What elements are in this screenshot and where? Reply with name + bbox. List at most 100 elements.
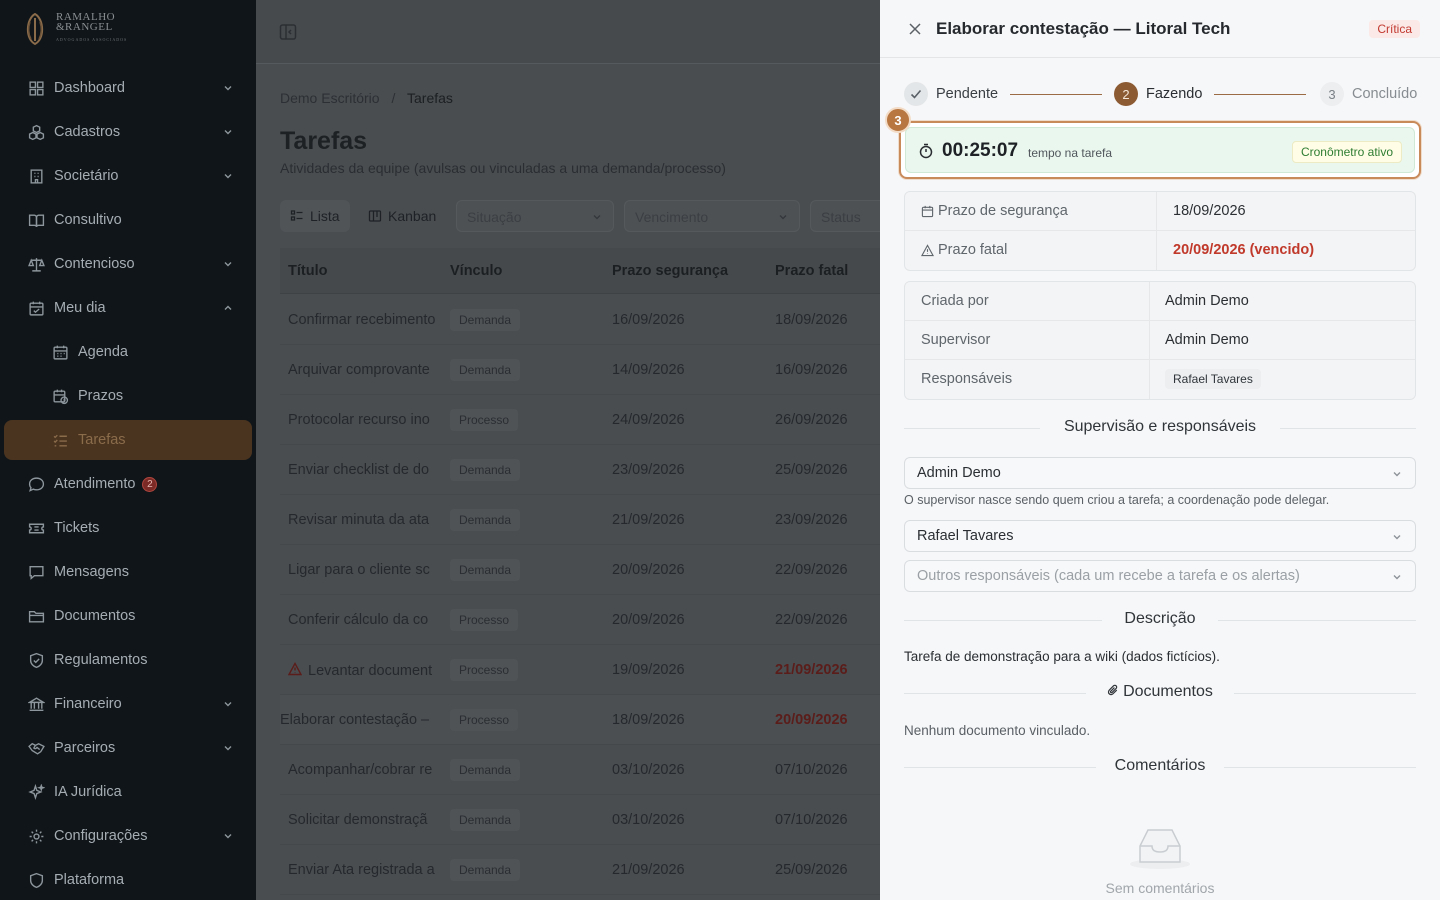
breadcrumb-root[interactable]: Demo Escritório xyxy=(280,90,380,106)
task-detail-drawer: Elaborar contestação — Litoral Tech Crít… xyxy=(880,0,1440,900)
step-concluido[interactable]: 3 Concluído xyxy=(1320,82,1417,106)
sidebar-item-label: Plataforma xyxy=(54,872,125,888)
bank-icon xyxy=(28,696,45,711)
cell-divider xyxy=(1156,231,1157,270)
task-timer[interactable]: 00:25:07 tempo na tarefa Cronômetro ativ… xyxy=(905,127,1415,173)
sidebar-item-tickets[interactable]: Tickets xyxy=(0,506,256,550)
chevron-down-icon xyxy=(224,262,232,267)
sidebar-item-atendimento[interactable]: Atendimento 2 xyxy=(0,462,256,506)
sidebar-item-regulamentos[interactable]: Regulamentos xyxy=(0,638,256,682)
sidebar-item-documentos[interactable]: Documentos xyxy=(0,594,256,638)
sidebar-item-contencioso[interactable]: Contencioso xyxy=(0,242,256,286)
sidebar-item-parceiros[interactable]: Parceiros xyxy=(0,726,256,770)
table-row[interactable]: Revisar minuta da ata Demanda 21/09/2026… xyxy=(280,495,880,545)
sidebar-item-plataforma[interactable]: Plataforma xyxy=(0,858,256,900)
table-row[interactable]: Levantar document Processo 19/09/2026 21… xyxy=(280,645,880,695)
created-by-value: Admin Demo xyxy=(1165,293,1249,309)
table-row[interactable]: Solicitar demonstraçã Demanda 03/10/2026… xyxy=(280,795,880,845)
row-fatal-deadline: 22/09/2026 xyxy=(775,612,848,628)
table-row[interactable]: Acompanhar/cobrar re Demanda 03/10/2026 … xyxy=(280,745,880,795)
responsible-chip: Rafael Tavares xyxy=(1165,369,1261,389)
row-link-badge: Demanda xyxy=(450,509,521,531)
shield-icon xyxy=(29,652,44,668)
view-kanban-button[interactable]: Kanban xyxy=(362,200,442,232)
cell-divider xyxy=(1149,282,1150,320)
sidebar-item-consultivo[interactable]: Consultivo xyxy=(0,198,256,242)
row-fatal-deadline: 26/09/2026 xyxy=(775,412,848,428)
table-row[interactable]: Confirmar recebimento Demanda 16/09/2026… xyxy=(280,295,880,345)
supervisor-select[interactable]: Admin Demo xyxy=(904,457,1416,489)
chevron-down-icon xyxy=(224,746,232,751)
supervisor-select-value: Admin Demo xyxy=(917,465,1001,481)
status-stepper: Pendente 2 Fazendo 3 Concluído xyxy=(904,80,1417,108)
section-comments-title: Comentários xyxy=(1114,757,1206,774)
row-title: Arquivar comprovante xyxy=(288,362,430,378)
cell-divider xyxy=(1149,321,1150,359)
fatal-deadline-label: Prazo fatal xyxy=(921,242,1007,258)
filter-status[interactable]: Status xyxy=(810,200,880,232)
sidebar-nav: Dashboard Cadastros Societário Consultiv… xyxy=(0,66,256,900)
responsible-select[interactable]: Rafael Tavares xyxy=(904,520,1416,552)
brand-logo[interactable]: RAMALHO &RANGEL ADVOGADOS ASSOCIADOS xyxy=(22,12,127,45)
filter-vencimento[interactable]: Vencimento xyxy=(624,200,800,232)
row-fatal-deadline: 25/09/2026 xyxy=(775,462,848,478)
chevron-down-icon xyxy=(224,174,232,179)
book-icon xyxy=(28,213,45,227)
responsibles-row: Responsáveis Rafael Tavares xyxy=(905,360,1415,399)
sidebar-item-dashboard[interactable]: Dashboard xyxy=(0,66,256,110)
message-icon xyxy=(29,565,44,580)
close-icon[interactable] xyxy=(907,21,923,37)
sidebar-item-ia-juridica[interactable]: IA Jurídica xyxy=(0,770,256,814)
table-row[interactable]: Conferir cálculo da co Processo 20/09/20… xyxy=(280,595,880,645)
brand-line-2: &RANGEL xyxy=(56,21,113,33)
step-pendente[interactable]: Pendente xyxy=(904,82,998,106)
paperclip-icon xyxy=(1107,684,1118,696)
column-title[interactable]: Título xyxy=(288,263,327,279)
row-title: Acompanhar/cobrar re xyxy=(288,762,433,778)
filter-vencimento-placeholder: Vencimento xyxy=(635,209,709,225)
sidebar-item-configuracoes[interactable]: Configurações xyxy=(0,814,256,858)
table-row[interactable]: Enviar checklist de do Demanda 23/09/202… xyxy=(280,445,880,495)
table-row[interactable]: Enviar Ata registrada a Demanda 21/09/20… xyxy=(280,845,880,895)
sidebar-item-tarefas[interactable]: Tarefas xyxy=(4,420,252,460)
list-icon xyxy=(290,210,303,221)
sidebar-item-mensagens[interactable]: Mensagens xyxy=(0,550,256,594)
column-link[interactable]: Vínculo xyxy=(450,263,502,279)
sidebar-item-societario[interactable]: Societário xyxy=(0,154,256,198)
step-fazendo[interactable]: 2 Fazendo xyxy=(1114,82,1202,106)
filter-status-placeholder: Status xyxy=(821,209,861,225)
row-link-badge: Demanda xyxy=(450,859,521,881)
row-title-text: Levantar document xyxy=(308,663,433,679)
table-row[interactable]: Arquivar comprovante Demanda 14/09/2026 … xyxy=(280,345,880,395)
row-fatal-deadline: 20/09/2026 xyxy=(775,712,848,728)
timer-value: 00:25:07 xyxy=(942,140,1019,161)
row-link-badge: Processo xyxy=(450,409,519,431)
other-responsibles-select[interactable]: Outros responsáveis (cada um recebe a ta… xyxy=(904,560,1416,592)
table-row-selected[interactable]: Elaborar contestação – Processo 18/09/20… xyxy=(280,695,880,745)
row-link-badge: Demanda xyxy=(450,359,521,381)
sidebar-item-cadastros[interactable]: Cadastros xyxy=(0,110,256,154)
sidebar-item-meu-dia[interactable]: Meu dia xyxy=(0,286,256,330)
timer-state-badge: Cronômetro ativo xyxy=(1291,141,1402,163)
view-list-button[interactable]: Lista xyxy=(280,200,350,232)
row-fatal-deadline: 16/09/2026 xyxy=(775,362,848,378)
sidebar-item-financeiro[interactable]: Financeiro xyxy=(0,682,256,726)
sidebar-toggle-icon[interactable] xyxy=(278,22,298,42)
column-safe-deadline[interactable]: Prazo segurança xyxy=(612,263,728,279)
column-fatal-deadline[interactable]: Prazo fatal xyxy=(775,263,848,279)
fatal-deadline-value: 20/09/2026 (vencido) xyxy=(1173,242,1315,258)
filter-situacao[interactable]: Situação xyxy=(456,200,614,232)
calendar-grid-icon xyxy=(53,345,68,360)
sidebar-item-label: Documentos xyxy=(54,608,136,624)
row-fatal-deadline: 07/10/2026 xyxy=(775,812,848,828)
warning-icon xyxy=(288,662,302,676)
sidebar-item-prazos[interactable]: Prazos xyxy=(0,374,256,418)
table-row[interactable]: Ligar para o cliente sc Demanda 20/09/20… xyxy=(280,545,880,595)
step-annotation-badge: 3 xyxy=(885,107,911,133)
table-row[interactable]: Protocolar recurso ino Processo 24/09/20… xyxy=(280,395,880,445)
topbar xyxy=(256,0,880,64)
sidebar-item-label: Cadastros xyxy=(54,124,121,140)
sparkles-icon xyxy=(28,783,45,800)
step-connector xyxy=(1214,94,1306,95)
sidebar-item-agenda[interactable]: Agenda xyxy=(0,330,256,374)
